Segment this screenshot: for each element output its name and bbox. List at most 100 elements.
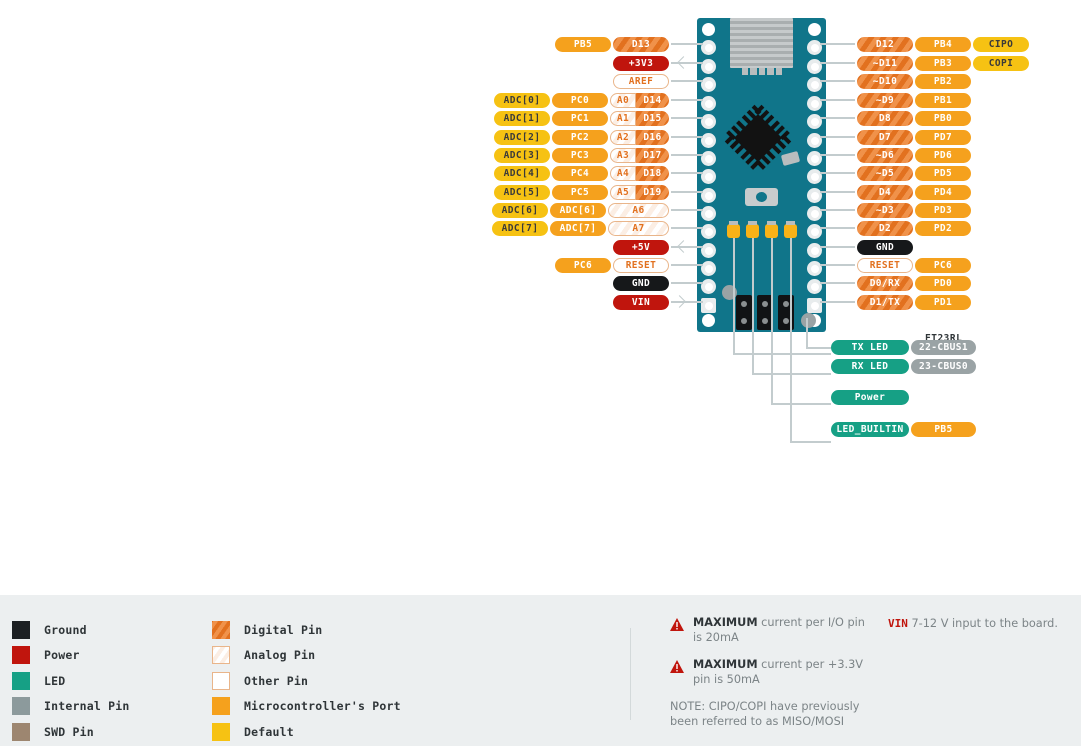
pin-label-a6[interactable]: A6 bbox=[608, 203, 669, 218]
pin-label-pd0[interactable]: PD0 bbox=[915, 276, 971, 291]
legend-swatch-icon bbox=[12, 722, 30, 741]
wire-right-3 bbox=[820, 99, 855, 101]
led-label-pb5[interactable]: PB5 bbox=[911, 422, 976, 437]
wire-left-0 bbox=[671, 43, 703, 45]
pin-label-pd3[interactable]: PD3 bbox=[915, 203, 971, 218]
pin-label--d5[interactable]: ~D5 bbox=[857, 166, 913, 181]
pin-label--d3[interactable]: ~D3 bbox=[857, 203, 913, 218]
pin-label-adc-4-[interactable]: ADC[4] bbox=[494, 166, 550, 181]
pin-label-adc-3-[interactable]: ADC[3] bbox=[494, 148, 550, 163]
legend-swatch-icon bbox=[12, 620, 30, 639]
pin-label-reset[interactable]: RESET bbox=[857, 258, 913, 273]
legend-label: Ground bbox=[44, 622, 87, 637]
pin-label-a3[interactable]: A3 bbox=[610, 148, 636, 163]
pin-label-d0-rx[interactable]: D0/RX bbox=[857, 276, 913, 291]
pin-label-pb3[interactable]: PB3 bbox=[915, 56, 971, 71]
pin-label-gnd[interactable]: GND bbox=[857, 240, 913, 255]
pin-label-d2[interactable]: D2 bbox=[857, 221, 913, 236]
pin-label-pc3[interactable]: PC3 bbox=[552, 148, 608, 163]
pin-label-pc1[interactable]: PC1 bbox=[552, 111, 608, 126]
warning-1-bold: MAXIMUM bbox=[693, 616, 758, 629]
pin-label-a2[interactable]: A2 bbox=[610, 130, 636, 145]
pin-label-d15[interactable]: D15 bbox=[636, 111, 669, 126]
pin-label-pc4[interactable]: PC4 bbox=[552, 166, 608, 181]
led-label-power[interactable]: Power bbox=[831, 390, 909, 405]
pin-label-adc-0-[interactable]: ADC[0] bbox=[494, 93, 550, 108]
pin-label-copi[interactable]: COPI bbox=[973, 56, 1029, 71]
pin-group: D4 bbox=[857, 185, 913, 200]
pin-label--3v3[interactable]: +3V3 bbox=[613, 56, 669, 71]
pin-label-gnd[interactable]: GND bbox=[613, 276, 669, 291]
legend-swatch-icon bbox=[212, 646, 230, 665]
pin-label-pc6[interactable]: PC6 bbox=[555, 258, 611, 273]
pin-label-d19[interactable]: D19 bbox=[636, 185, 669, 200]
pin-row: PC6 RESET bbox=[555, 258, 669, 273]
pin-label-adc-1-[interactable]: ADC[1] bbox=[494, 111, 550, 126]
pin-group: PD4 bbox=[915, 185, 971, 200]
pin-label-cipo[interactable]: CIPO bbox=[973, 37, 1029, 52]
pin-row: ADC[0] PC0 A0 D14 bbox=[494, 93, 669, 108]
pin-group: PB1 bbox=[915, 93, 971, 108]
pin-label-reset[interactable]: RESET bbox=[613, 258, 669, 273]
led-label-tx-led[interactable]: TX LED bbox=[831, 340, 909, 355]
pin-label-d14[interactable]: D14 bbox=[636, 93, 669, 108]
pin-label-adc-7-[interactable]: ADC[7] bbox=[492, 221, 548, 236]
led-row: TX LED 22-CBUS1 bbox=[831, 340, 976, 355]
pin-label-d13[interactable]: D13 bbox=[613, 37, 669, 52]
pin-label-d7[interactable]: D7 bbox=[857, 130, 913, 145]
pin-label--d6[interactable]: ~D6 bbox=[857, 148, 913, 163]
pin-label-adc-7-[interactable]: ADC[7] bbox=[550, 221, 606, 236]
pin-label-a7[interactable]: A7 bbox=[608, 221, 669, 236]
pin-label-pc0[interactable]: PC0 bbox=[552, 93, 608, 108]
pin-label-a5[interactable]: A5 bbox=[610, 185, 636, 200]
pin-label-vin[interactable]: VIN bbox=[613, 295, 669, 310]
pin-group: PD3 bbox=[915, 203, 971, 218]
led-label-rx-led[interactable]: RX LED bbox=[831, 359, 909, 374]
pin-label-pb2[interactable]: PB2 bbox=[915, 74, 971, 89]
pin-label--5v[interactable]: +5V bbox=[613, 240, 669, 255]
led-label-led-builtin[interactable]: LED_BUILTIN bbox=[831, 422, 909, 437]
reset-button-icon[interactable] bbox=[745, 188, 778, 206]
pin-label-aref[interactable]: AREF bbox=[613, 74, 669, 89]
pin-label--d10[interactable]: ~D10 bbox=[857, 74, 913, 89]
pin-group: ~D9 bbox=[857, 93, 913, 108]
pin-label-d4[interactable]: D4 bbox=[857, 185, 913, 200]
arrow-out-11 bbox=[677, 240, 690, 253]
pin-group: PB5 bbox=[555, 37, 611, 52]
pin-label-pb0[interactable]: PB0 bbox=[915, 111, 971, 126]
pin-label-pc2[interactable]: PC2 bbox=[552, 130, 608, 145]
pin-label-a4[interactable]: A4 bbox=[610, 166, 636, 181]
led-label-23-cbus0[interactable]: 23-CBUS0 bbox=[911, 359, 976, 374]
pin-label-pb4[interactable]: PB4 bbox=[915, 37, 971, 52]
pin-label-adc-6-[interactable]: ADC[6] bbox=[550, 203, 606, 218]
pin-label-pd6[interactable]: PD6 bbox=[915, 148, 971, 163]
pin-group: ADC[7] bbox=[492, 221, 548, 236]
pin-label-pc6[interactable]: PC6 bbox=[915, 258, 971, 273]
pin-label-d17[interactable]: D17 bbox=[636, 148, 669, 163]
pin-label-d12[interactable]: D12 bbox=[857, 37, 913, 52]
pin-label-adc-6-[interactable]: ADC[6] bbox=[492, 203, 548, 218]
pin-label-pd5[interactable]: PD5 bbox=[915, 166, 971, 181]
pin-label-pd7[interactable]: PD7 bbox=[915, 130, 971, 145]
pin-label-d1-tx[interactable]: D1/TX bbox=[857, 295, 913, 310]
pin-label-pd4[interactable]: PD4 bbox=[915, 185, 971, 200]
pin-group: ADC[6] bbox=[492, 203, 548, 218]
pin-label-a1[interactable]: A1 bbox=[610, 111, 636, 126]
pin-label-pd2[interactable]: PD2 bbox=[915, 221, 971, 236]
cipo-copi-note: NOTE: CIPO/COPI have previously been ref… bbox=[670, 700, 860, 728]
pin-label--d11[interactable]: ~D11 bbox=[857, 56, 913, 71]
pin-label-adc-5-[interactable]: ADC[5] bbox=[494, 185, 550, 200]
pin-label--d9[interactable]: ~D9 bbox=[857, 93, 913, 108]
pin-label-adc-2-[interactable]: ADC[2] bbox=[494, 130, 550, 145]
led-label-22-cbus1[interactable]: 22-CBUS1 bbox=[911, 340, 976, 355]
pin-label-pc5[interactable]: PC5 bbox=[552, 185, 608, 200]
pin-label-d18[interactable]: D18 bbox=[636, 166, 669, 181]
pin-label-pb5[interactable]: PB5 bbox=[555, 37, 611, 52]
legend-swatch-icon bbox=[12, 671, 30, 690]
pin-label-d8[interactable]: D8 bbox=[857, 111, 913, 126]
pin-label-d16[interactable]: D16 bbox=[636, 130, 669, 145]
pin-hole-left-10 bbox=[701, 224, 716, 239]
pin-label-pb1[interactable]: PB1 bbox=[915, 93, 971, 108]
pin-label-a0[interactable]: A0 bbox=[610, 93, 636, 108]
pin-label-pd1[interactable]: PD1 bbox=[915, 295, 971, 310]
